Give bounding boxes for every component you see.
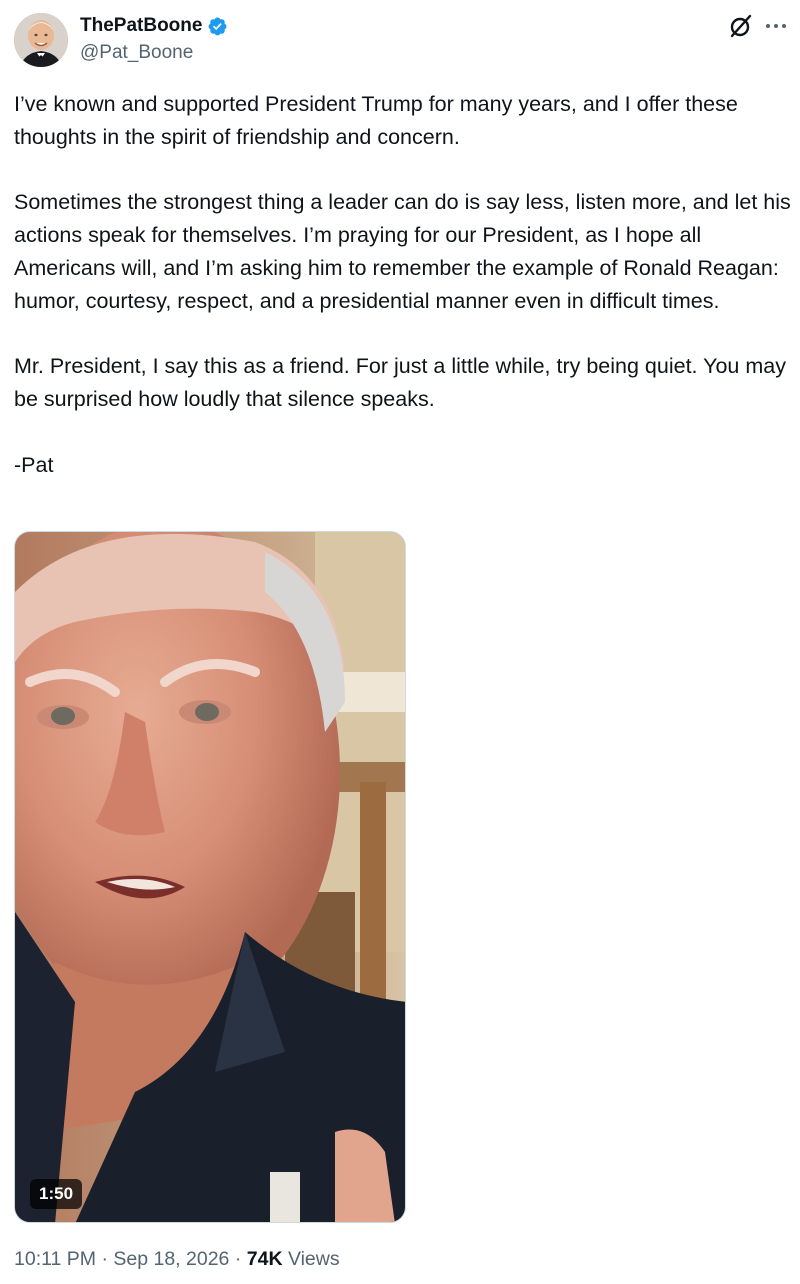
tweet-time[interactable]: 10:11 PM	[14, 1248, 96, 1270]
tweet-paragraph: Sometimes the strongest thing a leader c…	[14, 190, 797, 313]
user-handle[interactable]: @Pat_Boone	[80, 40, 228, 66]
meta-separator: ·	[229, 1248, 247, 1270]
views-label: Views	[282, 1248, 340, 1270]
tweet-text: I’ve known and supported President Trump…	[14, 88, 794, 482]
views-count[interactable]: 74K	[247, 1248, 283, 1270]
more-options-icon[interactable]	[763, 13, 789, 39]
avatar-image	[14, 13, 68, 67]
video-player[interactable]	[14, 531, 406, 1223]
video-thumbnail	[15, 532, 405, 1222]
tweet-date[interactable]: Sep 18, 2026	[113, 1248, 229, 1270]
meta-separator: ·	[96, 1248, 114, 1270]
display-name-row: ThePatBoone	[80, 14, 228, 38]
avatar[interactable]	[14, 13, 68, 67]
verified-badge-icon[interactable]	[207, 16, 228, 37]
tweet-metadata: 10:11 PM · Sep 18, 2026 · 74K Views	[14, 1246, 340, 1272]
tweet-card: ThePatBoone @Pat_Boone I’ve known and su…	[0, 0, 800, 1284]
video-duration-badge: 1:50	[30, 1179, 83, 1209]
grok-icon[interactable]	[728, 13, 754, 39]
tweet-paragraph: Mr. President, I say this as a friend. F…	[14, 354, 792, 412]
display-name[interactable]: ThePatBoone	[80, 14, 202, 38]
tweet-paragraph: I’ve known and supported President Trump…	[14, 92, 744, 149]
author-info: ThePatBoone @Pat_Boone	[80, 14, 228, 66]
tweet-paragraph: -Pat	[14, 452, 54, 477]
